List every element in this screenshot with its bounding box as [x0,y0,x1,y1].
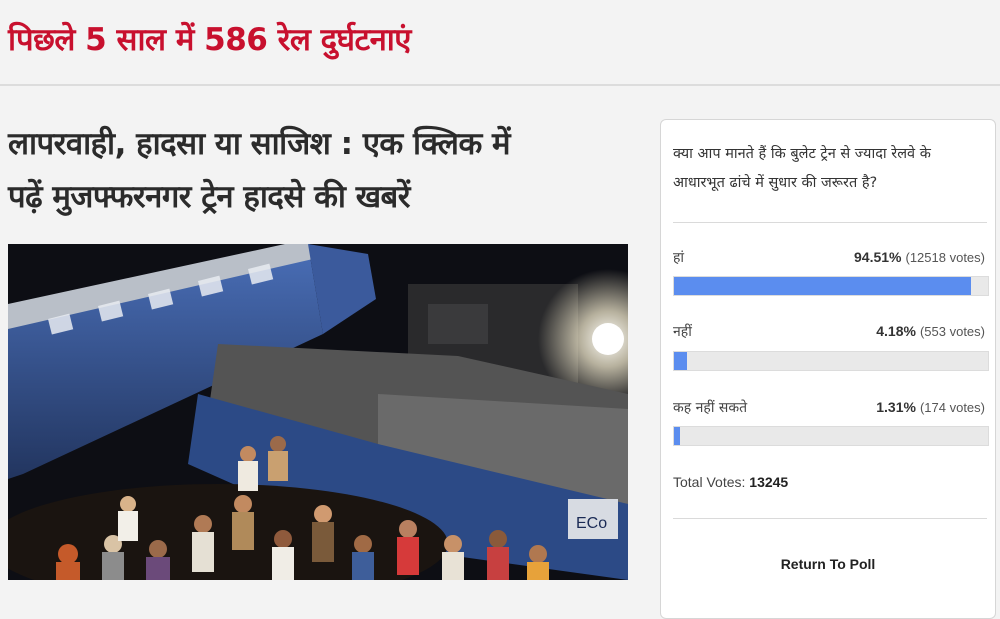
poll-widget: क्या आप मानते हैं कि बुलेट ट्रेन से ज्या… [660,119,996,619]
article-photo[interactable]: ECo [8,244,628,580]
total-votes: Total Votes: 13245 [673,474,788,490]
poll-option-percent: 94.51% [854,249,902,265]
coach-marking: ECo [576,515,607,532]
poll-question-line-1: क्या आप मानते हैं कि बुलेट ट्रेन से ज्या… [673,146,931,162]
poll-option-votes: (553 votes) [919,324,985,339]
poll-bar-fill [674,427,681,445]
headline-line-2[interactable]: पढ़ें मुजफ्फरनगर ट्रेन हादसे की खबरें [8,171,638,224]
total-votes-value: 13245 [749,474,789,490]
poll-result-bar [673,351,989,371]
title-divider [0,84,1000,86]
poll-result-bar [673,426,989,446]
headline-line-1[interactable]: लापरवाही, हादसा या साजिश : एक क्लिक में [8,118,638,171]
train-accident-photo: ECo [8,244,628,580]
poll-option-label: कह नहीं सकते [673,400,748,416]
poll-divider-top [673,222,987,223]
poll-result-bar [673,276,989,296]
poll-option-percent: 1.31% [876,399,916,415]
poll-question: क्या आप मानते हैं कि बुलेट ट्रेन से ज्या… [673,140,983,198]
poll-option-votes: (174 votes) [919,400,985,415]
poll-option-stats: 1.31% (174 votes) [876,399,985,415]
poll-bar-fill [674,352,688,370]
poll-option-percent: 4.18% [876,323,916,339]
section-title[interactable]: पिछले 5 साल में 586 रेल दुर्घटनाएं [8,18,411,60]
article-headline[interactable]: लापरवाही, हादसा या साजिश : एक क्लिक में … [8,118,638,224]
poll-option-stats: 4.18% (553 votes) [876,323,985,339]
poll-option-label: नहीं [673,324,692,340]
return-to-poll-button[interactable]: Return To Poll [661,556,995,572]
poll-option-stats: 94.51% (12518 votes) [854,249,985,265]
poll-option-label: हां [673,250,685,266]
poll-bar-fill [674,277,971,295]
total-votes-label: Total Votes: [673,474,746,490]
poll-question-line-2: आधारभूत ढांचे में सुधार की जरूरत है? [673,175,878,191]
poll-option-votes: (12518 votes) [905,250,986,265]
poll-divider-bottom [673,518,987,519]
